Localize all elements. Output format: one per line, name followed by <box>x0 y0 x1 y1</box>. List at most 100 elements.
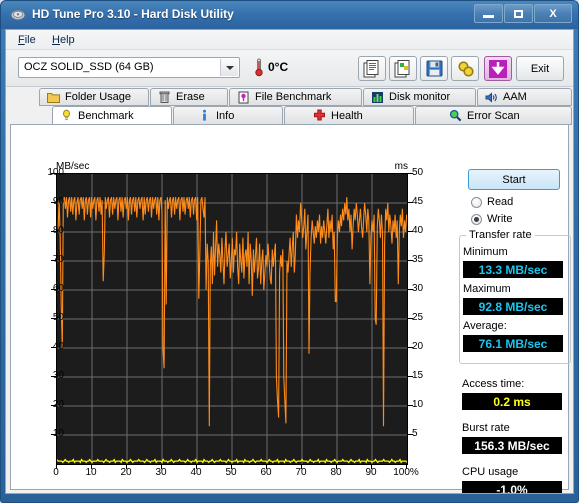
chart-y2-tickmark <box>408 405 413 406</box>
client-area: FFileile Help OCZ SOLID_SSD (64 GB) 0°C <box>5 29 574 494</box>
exit-button[interactable]: Exit <box>516 56 564 81</box>
chart-y-tickmark <box>51 347 56 348</box>
info-icon <box>198 109 211 122</box>
access-time-label: Access time: <box>462 378 525 390</box>
folder-icon <box>47 91 60 104</box>
tab-file-benchmark-label: File Benchmark <box>255 91 332 103</box>
burst-rate-value: 156.3 MB/sec <box>462 437 562 454</box>
metrics-group: Access time: 0.2 ms Burst rate 156.3 MB/… <box>459 374 571 493</box>
chart-y-tickmark <box>51 405 56 406</box>
cpu-usage-value: -1.0% <box>462 481 562 493</box>
tab-health-label: Health <box>331 109 363 122</box>
chart-y2-tick: 40 <box>412 225 424 236</box>
tab-erase-label: Erase <box>176 91 205 103</box>
chart-y2-tick: 25 <box>412 312 424 323</box>
download-icon[interactable] <box>484 56 512 81</box>
save-icon[interactable] <box>420 56 448 81</box>
settings-icon[interactable] <box>451 56 479 81</box>
tab-file-benchmark[interactable]: File Benchmark <box>229 88 362 106</box>
drive-select-value: OCZ SOLID_SSD (64 GB) <box>24 61 154 73</box>
chart-y2-tickmark <box>408 173 413 174</box>
chart-plot-area <box>56 173 408 465</box>
application-window: HD Tune Pro 3.10 - Hard Disk Utility X F… <box>0 0 579 503</box>
radio-read-indicator[interactable] <box>471 196 482 208</box>
chart-y2-tick: 15 <box>412 370 424 381</box>
chart-x-tickmark <box>161 465 162 469</box>
radio-read-label: Read <box>487 196 514 208</box>
chart-x-tickmark <box>91 465 92 469</box>
chart-x-tickmark <box>371 465 372 469</box>
chevron-down-icon[interactable] <box>220 59 238 76</box>
maximize-button[interactable] <box>504 4 533 23</box>
chart-x-tickmark <box>196 465 197 469</box>
chart-x-tickmark <box>406 465 407 469</box>
burst-rate-label: Burst rate <box>462 422 510 434</box>
chart-x-tickmark <box>231 465 232 469</box>
transfer-rate-title: Transfer rate <box>466 229 535 241</box>
transfer-rate-group: Transfer rate Minimum 13.3 MB/sec Maximu… <box>459 229 571 364</box>
lightbulb-icon <box>60 109 73 122</box>
copy-text-icon[interactable] <box>358 56 386 81</box>
radio-write-label: Write <box>487 213 513 225</box>
tab-disk-monitor-label: Disk monitor <box>389 91 451 103</box>
chart-y2-tick: 10 <box>412 399 424 410</box>
chart-y2-axis-label: ms <box>394 161 408 172</box>
chart-y2-tickmark <box>408 260 413 261</box>
bar-chart-icon <box>371 91 384 104</box>
close-button[interactable]: X <box>534 4 572 23</box>
tab-folder-usage[interactable]: Folder Usage <box>39 88 149 106</box>
chart-y2-tickmark <box>408 318 413 319</box>
tab-info-label: Info <box>216 109 235 122</box>
thermometer-icon <box>254 58 264 77</box>
chart-y2-tickmark <box>408 434 413 435</box>
chart-x-tickmark <box>266 465 267 469</box>
chart-x-tickmark <box>301 465 302 469</box>
health-cross-icon <box>313 109 326 122</box>
window-title: HD Tune Pro 3.10 - Hard Disk Utility <box>32 7 234 21</box>
menu-help[interactable]: Help <box>46 33 81 47</box>
tab-aam[interactable]: AAM <box>477 88 572 106</box>
tab-error-scan[interactable]: Error Scan <box>415 106 572 125</box>
radio-read[interactable]: Read <box>471 196 513 208</box>
copy-image-icon[interactable] <box>389 56 417 81</box>
drive-select[interactable]: OCZ SOLID_SSD (64 GB) <box>18 57 240 78</box>
menu-file[interactable]: FFileile <box>12 33 42 47</box>
window-controls: X <box>474 4 572 23</box>
chart-svg <box>57 174 407 464</box>
access-time-value: 0.2 ms <box>462 393 562 410</box>
chart-y-tickmark <box>51 376 56 377</box>
radio-write[interactable]: Write <box>471 213 512 225</box>
chart-y2-tick: 30 <box>412 283 424 294</box>
chart-x-tickmark <box>126 465 127 469</box>
results-panel: Start Read Write Transfer rate Minimum 1… <box>451 169 571 493</box>
maximum-value: 92.8 MB/sec <box>463 298 563 315</box>
disk-icon <box>10 7 26 23</box>
minimize-button[interactable] <box>474 4 503 23</box>
radio-write-indicator[interactable] <box>471 213 482 225</box>
tab-info[interactable]: Info <box>173 106 283 125</box>
chart-y-tickmark <box>51 260 56 261</box>
chart-y-tickmark <box>51 231 56 232</box>
chart-y2-tickmark <box>408 376 413 377</box>
chart-y2-tickmark <box>408 202 413 203</box>
chart-y2-tickmark <box>408 289 413 290</box>
chart-y2-tick: 50 <box>412 167 424 178</box>
tab-erase[interactable]: Erase <box>150 88 228 106</box>
tab-benchmark-label: Benchmark <box>78 109 134 122</box>
tab-strip: Folder Usage Erase File Benchmark Disk m… <box>6 87 573 125</box>
benchmark-chart: MB/sec ms 100908070605040302010 50454035… <box>37 161 439 488</box>
title-bar: HD Tune Pro 3.10 - Hard Disk Utility X <box>1 1 578 29</box>
tab-health[interactable]: Health <box>284 106 414 125</box>
tab-aam-label: AAM <box>503 91 527 103</box>
start-button[interactable]: Start <box>468 169 560 190</box>
chart-y2-tickmark <box>408 231 413 232</box>
chart-y2-tickmark <box>408 347 413 348</box>
minimum-label: Minimum <box>463 246 508 258</box>
speaker-icon <box>485 91 498 104</box>
maximum-label: Maximum <box>463 283 511 295</box>
chart-x-tickmark <box>56 465 57 469</box>
tab-disk-monitor[interactable]: Disk monitor <box>363 88 476 106</box>
chart-y-tickmark <box>51 434 56 435</box>
toolbar: OCZ SOLID_SSD (64 GB) 0°C Exit <box>6 50 573 87</box>
tab-benchmark[interactable]: Benchmark <box>52 106 172 125</box>
